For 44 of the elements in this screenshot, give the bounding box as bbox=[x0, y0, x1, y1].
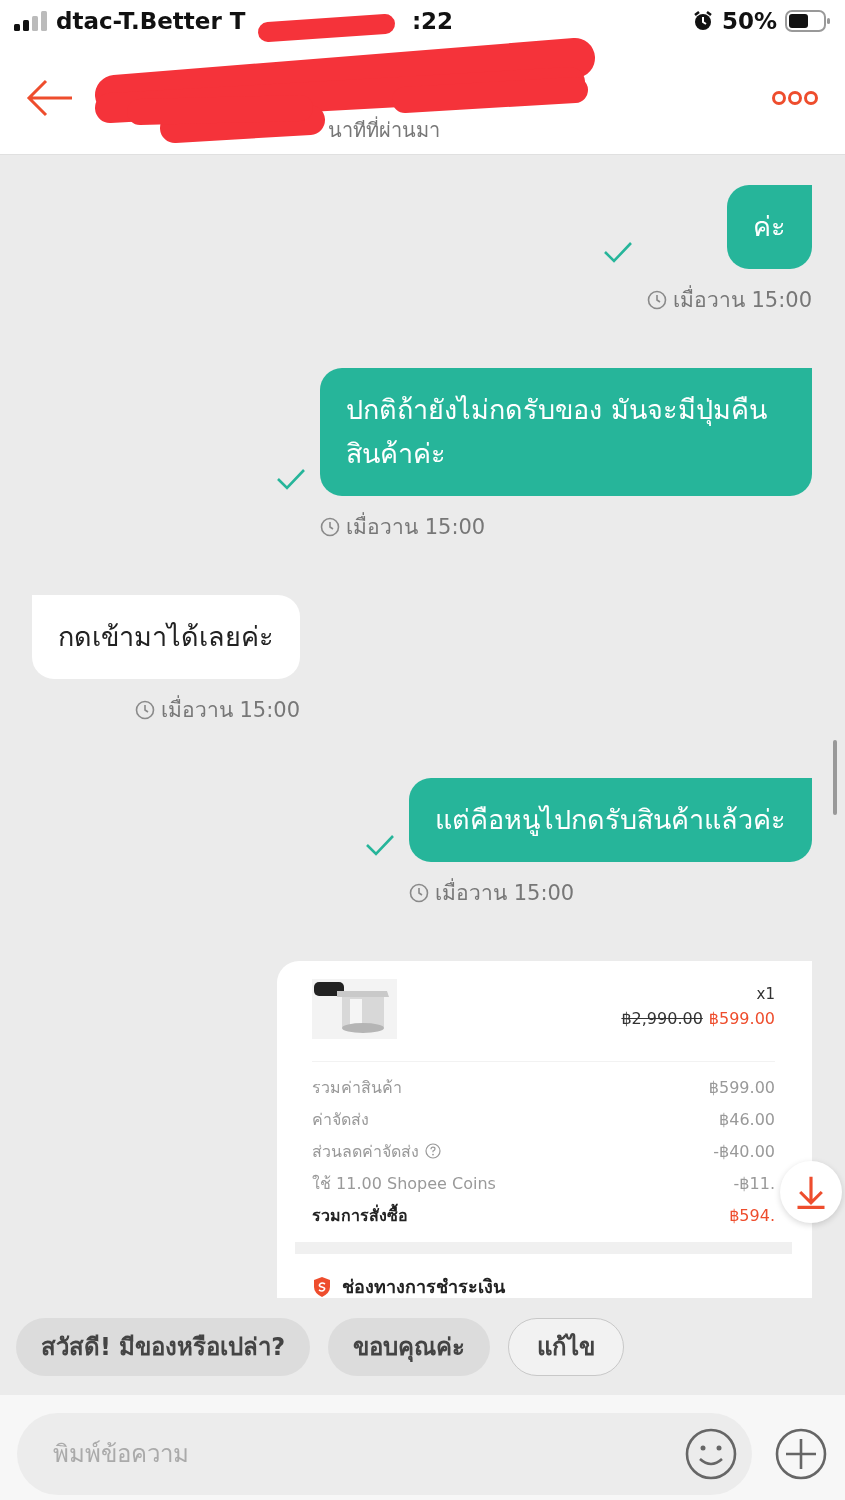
summary-label: รวมการสั่งซื้อ bbox=[312, 1202, 408, 1227]
summary-label: ใช้ 11.00 Shopee Coins bbox=[312, 1172, 496, 1195]
message-time: เมื่อวาน 15:00 bbox=[409, 876, 575, 909]
scrollbar[interactable] bbox=[833, 740, 837, 815]
shield-icon bbox=[312, 1275, 332, 1298]
quantity: x1 bbox=[756, 985, 775, 1003]
battery-percent: 50% bbox=[721, 8, 777, 34]
sale-price: ฿599.00 bbox=[708, 1009, 775, 1028]
quick-reply-chip[interactable]: ขอบคุณค่ะ bbox=[328, 1317, 491, 1376]
message-input[interactable]: พิมพ์ข้อความ bbox=[17, 1413, 752, 1495]
carrier-name: dtac-T.Better T bbox=[56, 8, 246, 34]
clock-icon bbox=[409, 882, 429, 903]
message-bubble: แต่คือหนูไปกดรับสินค้าแล้วค่ะ bbox=[409, 778, 812, 862]
summary-value: ฿46.00 bbox=[719, 1109, 775, 1129]
download-button[interactable] bbox=[780, 1161, 842, 1223]
original-price: ฿2,990.00 bbox=[621, 1009, 703, 1028]
message-bubble: ค่ะ bbox=[727, 185, 812, 269]
more-icon[interactable] bbox=[771, 90, 819, 106]
message-bubble: ปกติถ้ายังไม่กดรับของ มันจะมีปุ่มคืนสินค้าค่ะ bbox=[320, 368, 812, 496]
last-seen: นาทีที่ผ่านมา bbox=[328, 115, 440, 144]
message-time: เมื่อวาน 15:00 bbox=[646, 283, 812, 316]
message-time: เมื่อวาน 15:00 bbox=[134, 693, 300, 726]
quick-reply-chip[interactable]: สวัสดี! มีของหรือเปล่า? bbox=[16, 1317, 311, 1376]
clock-icon bbox=[134, 699, 155, 720]
add-icon[interactable] bbox=[774, 1427, 828, 1481]
summary-value: ฿594. bbox=[729, 1205, 775, 1225]
clock-time: :22 bbox=[410, 8, 454, 34]
payment-title: ช่องทางการชำระเงิน bbox=[342, 1275, 505, 1298]
clock-icon bbox=[320, 516, 340, 537]
summary-value: -฿40.00 bbox=[713, 1141, 775, 1161]
clock-icon bbox=[646, 289, 667, 310]
summary-value: -฿11. bbox=[733, 1173, 775, 1193]
summary-label: รวมค่าสินค้า bbox=[312, 1076, 402, 1099]
order-card[interactable]: x1 ฿2,990.00 ฿599.00 รวมค่าสินค้า ฿599.00 ค่าจัดส่ง ฿46.00 ส่วนลดค่าจัดส่ง -฿40.00 ใช้ 11.00 Shopee Coins -฿11. รวมการสั่งซื้อ ฿594. ช่องทางการชำระเงิน bbox=[277, 961, 812, 1298]
emoji-icon[interactable] bbox=[684, 1427, 738, 1481]
summary-label: ค่าจัดส่ง bbox=[312, 1108, 369, 1131]
message-bubble: กดเข้ามาได้เลยค่ะ bbox=[32, 595, 300, 679]
message-time: เมื่อวาน 15:00 bbox=[320, 510, 486, 543]
summary-value: ฿599.00 bbox=[708, 1077, 775, 1097]
back-icon[interactable] bbox=[26, 79, 74, 117]
edit-button[interactable]: แก้ไข bbox=[508, 1317, 625, 1376]
battery-icon bbox=[785, 9, 831, 33]
signal-icon bbox=[14, 11, 48, 31]
summary-label: ส่วนลดค่าจัดส่ง bbox=[312, 1140, 419, 1163]
